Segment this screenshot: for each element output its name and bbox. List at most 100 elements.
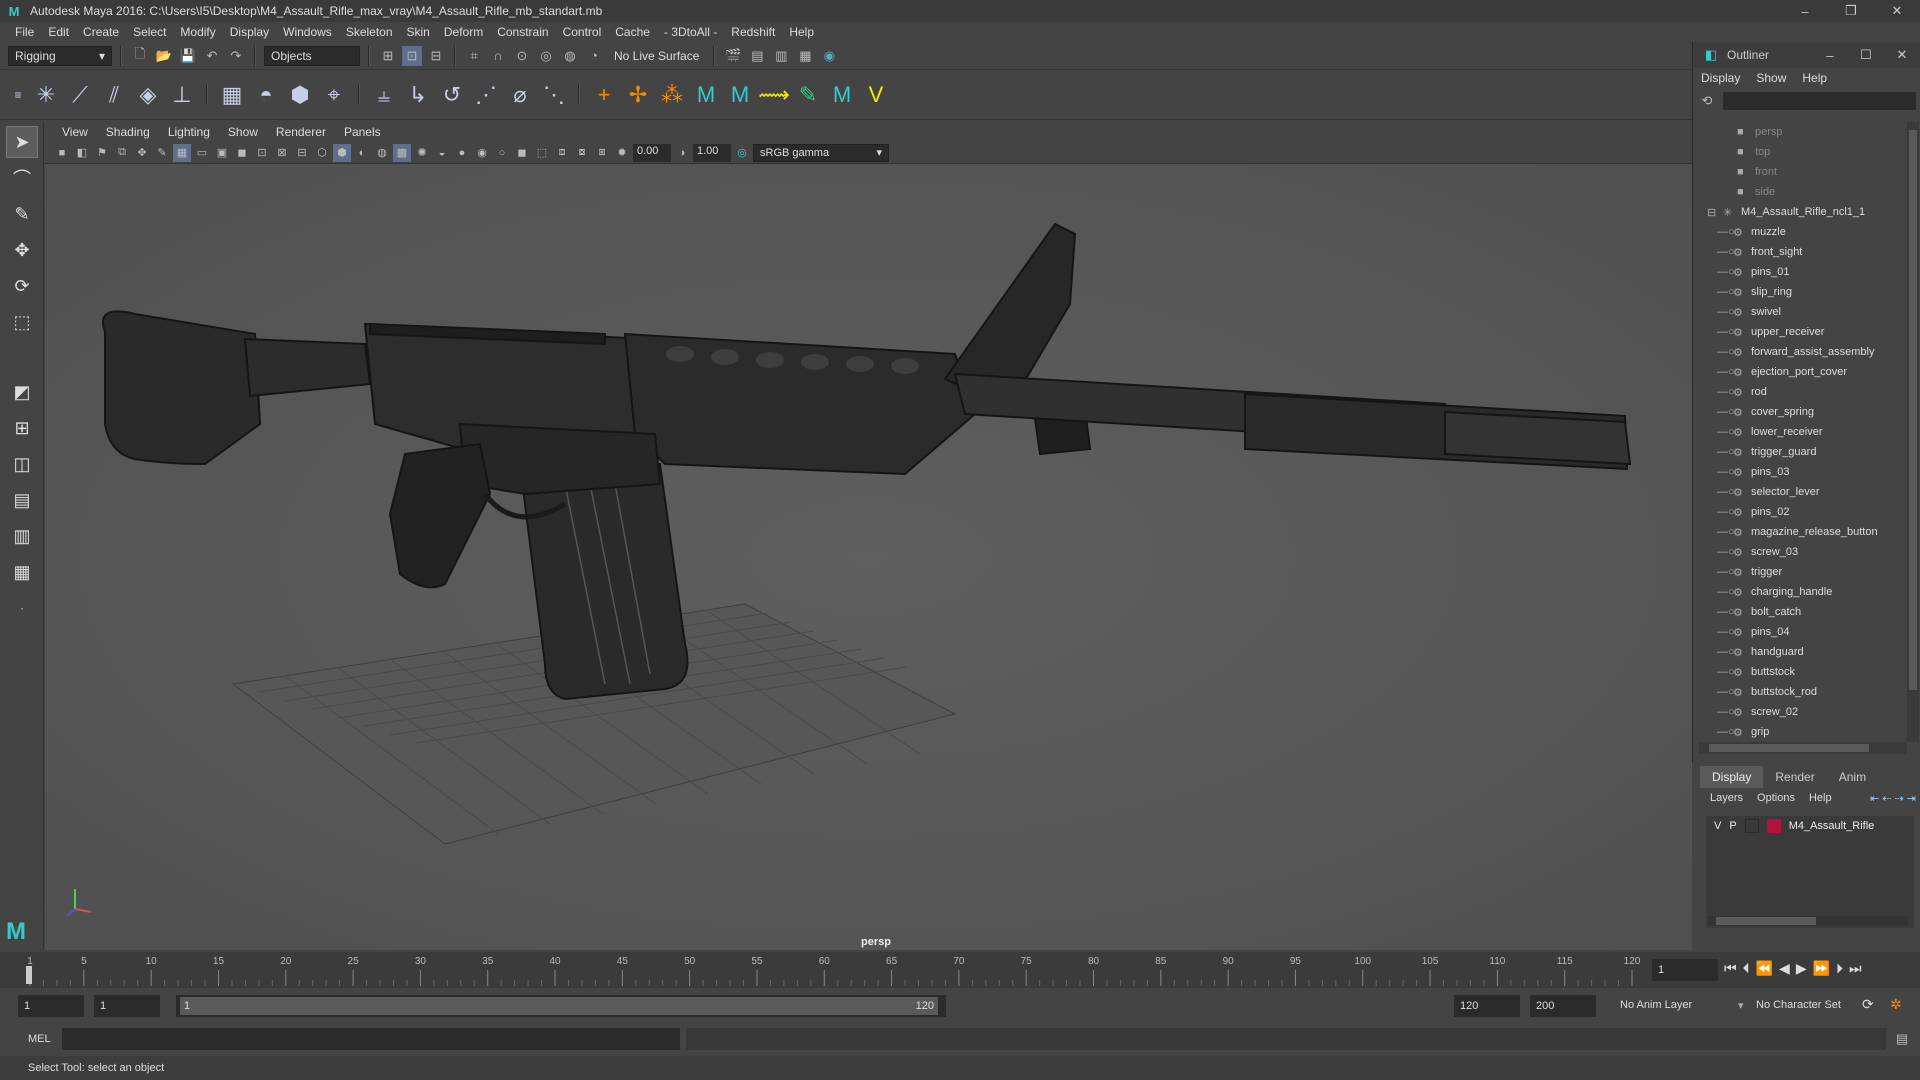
scrollbar-thumb[interactable]: [1909, 130, 1917, 690]
default-material-icon[interactable]: ◐: [353, 144, 371, 162]
panel-menu-shading[interactable]: Shading: [97, 125, 159, 139]
layer-menu-layers[interactable]: Layers: [1710, 792, 1743, 804]
command-language-label[interactable]: MEL: [0, 1033, 62, 1045]
outliner-item-mesh[interactable]: —○ ⚙ bolt_catch: [1693, 602, 1905, 622]
tree-branch-icon[interactable]: —○: [1717, 366, 1735, 378]
resolution-gate-icon[interactable]: ▣: [213, 144, 231, 162]
move-tool-icon[interactable]: ✥: [6, 234, 38, 266]
select-hierarchy-icon[interactable]: ⊞: [378, 46, 398, 66]
layer-type-toggle[interactable]: [1744, 819, 1759, 833]
outliner-item-mesh[interactable]: —○ ⚙ swivel: [1693, 302, 1905, 322]
panel-menu-show[interactable]: Show: [219, 125, 267, 139]
step-back-key-icon[interactable]: ⏴: [1743, 960, 1750, 977]
lattice-icon[interactable]: ▦: [218, 80, 246, 110]
select-object-icon[interactable]: ⊡: [402, 45, 422, 66]
tree-branch-icon[interactable]: —○: [1717, 246, 1735, 258]
outliner-search-input[interactable]: [1723, 92, 1916, 110]
outliner-item-mesh[interactable]: —○ ⚙ screw_03: [1693, 542, 1905, 562]
tree-branch-icon[interactable]: —○: [1717, 386, 1735, 398]
motion-blur-icon[interactable]: ◉: [473, 144, 491, 162]
live-surface-label[interactable]: No Live Surface: [608, 46, 705, 66]
play-forward-icon[interactable]: ▶: [1796, 960, 1807, 977]
menu-edit[interactable]: Edit: [41, 25, 76, 39]
menu-file[interactable]: File: [8, 25, 41, 39]
xray-icon[interactable]: ⧈: [553, 144, 571, 162]
outliner-item-camera[interactable]: ■ front: [1693, 162, 1905, 182]
time-slider-ticks[interactable]: 1 5 10 15 20 25 30 35 40 45 50 55 60 65 70 75 80 85 90 95 10…: [28, 952, 1668, 988]
current-time-marker[interactable]: [26, 966, 32, 984]
layer-menu-help[interactable]: Help: [1809, 792, 1832, 804]
tree-branch-icon[interactable]: —○: [1717, 666, 1735, 678]
outliner-menu-show[interactable]: Show: [1756, 71, 1794, 85]
snap-plane-icon[interactable]: ◔: [584, 46, 604, 66]
outliner-item-mesh[interactable]: —○ ⚙ handguard: [1693, 642, 1905, 662]
layer-horizontal-scrollbar[interactable]: [1708, 916, 1908, 926]
bookmark-icon[interactable]: ⚑: [93, 144, 111, 162]
animation-preferences-icon[interactable]: ✲: [1890, 996, 1902, 1013]
shadows-icon[interactable]: ◒: [433, 144, 451, 162]
step-forward-key-icon[interactable]: ⏵: [1836, 960, 1843, 977]
point-constraint-icon[interactable]: ⁂: [658, 80, 686, 110]
four-view-icon[interactable]: ⊞: [6, 412, 38, 444]
graph-layout-icon[interactable]: ▥: [6, 520, 38, 552]
tree-branch-icon[interactable]: —○: [1717, 226, 1735, 238]
tree-branch-icon[interactable]: —○: [1717, 626, 1735, 638]
outliner-item-mesh[interactable]: —○ ⚙ magazine_release_button: [1693, 522, 1905, 542]
parent-constraint-icon[interactable]: ✢: [624, 80, 652, 110]
paint-select-icon[interactable]: ✎: [6, 198, 38, 230]
step-back-frame-icon[interactable]: ⏪: [1756, 960, 1773, 977]
tree-branch-icon[interactable]: —○: [1717, 326, 1735, 338]
tab-anim[interactable]: Anim: [1827, 766, 1878, 788]
tree-branch-icon[interactable]: —○: [1717, 546, 1735, 558]
layer-row[interactable]: V P M4_Assault_Rifle: [1706, 816, 1914, 836]
outliner-item-mesh[interactable]: —○ ⚙ pins_03: [1693, 462, 1905, 482]
render-view-icon[interactable]: ▤: [747, 46, 767, 66]
menu-constrain[interactable]: Constrain: [490, 25, 555, 39]
snap-view-icon[interactable]: ◎: [536, 46, 556, 66]
exposure-icon[interactable]: ✹: [613, 144, 631, 162]
outliner-item-mesh[interactable]: —○ ⚙ lower_receiver: [1693, 422, 1905, 442]
mirror-joint-icon[interactable]: ⊥: [168, 80, 196, 110]
pole-vector-icon[interactable]: ⟿: [758, 80, 790, 110]
snap-surface-icon[interactable]: ◍: [560, 46, 580, 66]
gate-mask-icon[interactable]: ◼: [233, 144, 251, 162]
shelf-menu-icon[interactable]: ≡: [10, 80, 26, 110]
menu-control[interactable]: Control: [556, 25, 609, 39]
render-settings-icon[interactable]: 🎬: [723, 46, 743, 66]
image-plane-icon[interactable]: ⧉: [113, 144, 131, 162]
snap-point-icon[interactable]: ⊙: [512, 46, 532, 66]
rigid-bind-icon[interactable]: ⌀: [506, 80, 534, 110]
menu-deform[interactable]: Deform: [437, 25, 490, 39]
playback-start-field[interactable]: 1: [94, 995, 160, 1017]
tree-branch-icon[interactable]: —○: [1717, 646, 1735, 658]
playback-end-field[interactable]: 120: [1454, 995, 1520, 1017]
menu-redshift[interactable]: Redshift: [724, 25, 782, 39]
tree-branch-icon[interactable]: —○: [1717, 486, 1735, 498]
layer-menu-options[interactable]: Options: [1757, 792, 1795, 804]
bind-skin-icon[interactable]: ⫨: [370, 80, 398, 110]
new-scene-icon[interactable]: 🗋: [130, 46, 150, 66]
xray-components-icon[interactable]: ⧆: [593, 144, 611, 162]
exposure-field[interactable]: 0.00: [633, 143, 671, 162]
tree-branch-icon[interactable]: —○: [1717, 266, 1735, 278]
snap-curve-icon[interactable]: ∩: [488, 46, 508, 66]
blend-icon[interactable]: V: [862, 80, 890, 110]
menu-skin[interactable]: Skin: [400, 25, 437, 39]
range-handle[interactable]: 1 120: [180, 997, 938, 1015]
command-input[interactable]: [62, 1028, 680, 1050]
safe-action-icon[interactable]: ⊠: [273, 144, 291, 162]
lasso-tool-icon[interactable]: ⌒: [6, 162, 38, 194]
tree-branch-icon[interactable]: —○: [1717, 506, 1735, 518]
gamma-field[interactable]: 1.00: [693, 143, 731, 162]
panel-menu-renderer[interactable]: Renderer: [267, 125, 335, 139]
film-gate-icon[interactable]: ▭: [193, 144, 211, 162]
snap-grid-icon[interactable]: ⌗: [464, 46, 484, 66]
menu-cache[interactable]: Cache: [608, 25, 657, 39]
tree-branch-icon[interactable]: —○: [1717, 566, 1735, 578]
outliner-layout-icon[interactable]: ▤: [6, 484, 38, 516]
outliner-item-mesh[interactable]: —○ ⚙ screw_02: [1693, 702, 1905, 722]
tab-render[interactable]: Render: [1763, 766, 1826, 788]
tree-branch-icon[interactable]: —○: [1717, 346, 1735, 358]
grease-pencil-icon[interactable]: ✎: [153, 144, 171, 162]
paint-weights-icon[interactable]: ↺: [438, 80, 466, 110]
